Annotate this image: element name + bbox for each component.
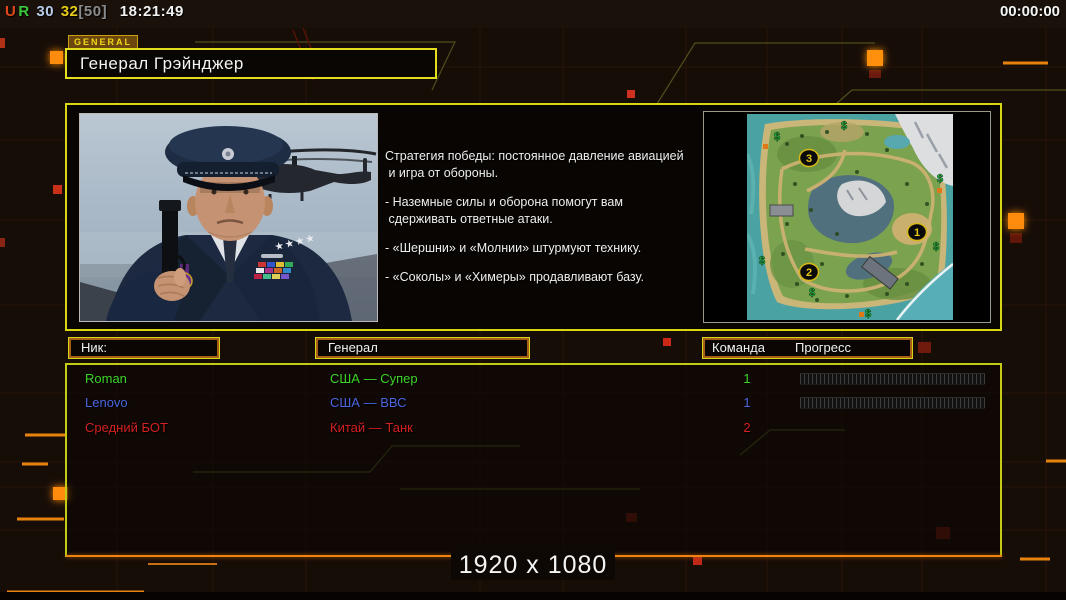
player-progress-bar: [800, 373, 985, 385]
general-title-box: Генерал Грэйнджер: [65, 48, 437, 79]
player-general: Китай — Танк: [330, 418, 413, 438]
portrait-image: ★ ★ ★ ★: [80, 114, 377, 321]
briefing-line: и игра от обороны.: [385, 166, 705, 183]
general-header-box: Генерал: [315, 337, 530, 359]
player-row: Roman США — Супер 1: [67, 367, 996, 391]
minimap-panel: $ $ $ $ $ $ $ 3: [703, 111, 991, 323]
svg-text:$: $: [841, 120, 847, 132]
svg-text:$: $: [865, 308, 871, 320]
match-timer: 00:00:00: [1000, 3, 1060, 20]
general-tab: GENERAL: [68, 35, 138, 49]
player-general: США — Супер: [330, 369, 418, 389]
minimap-image: $ $ $ $ $ $ $ 3: [747, 114, 953, 320]
player-nick: Lenovo: [85, 393, 128, 413]
briefing-line: [385, 229, 705, 241]
loading-screen: UR 30 32[50] 18:21:49 00:00:00 GENERAL Г…: [0, 0, 1066, 600]
status-counter: 32: [61, 3, 79, 20]
player-row: Средний БОТ Китай — Танк 2: [67, 416, 996, 440]
nick-header-label: Ник:: [81, 338, 107, 358]
svg-text:$: $: [937, 173, 943, 185]
gentool-status: UR 30 32[50] 18:21:49: [5, 3, 186, 20]
briefing-line: [385, 183, 705, 195]
status-cap: [50]: [78, 3, 107, 20]
player-team: 2: [735, 418, 759, 438]
briefing-line: [385, 258, 705, 270]
general-name: Генерал Грэйнджер: [80, 50, 244, 77]
top-status-bar: UR 30 32[50] 18:21:49 00:00:00: [0, 0, 1066, 28]
nick-header-box: Ник:: [68, 337, 220, 359]
svg-text:2: 2: [806, 267, 812, 279]
briefing-line: - «Шершни» и «Молнии» штурмуют технику.: [385, 241, 705, 258]
start-position-3: 3: [800, 150, 819, 167]
player-general: США — ВВС: [330, 393, 407, 413]
briefing-line: Стратегия победы: постоянное давление ав…: [385, 149, 705, 166]
start-position-1: 1: [908, 224, 927, 241]
player-team: 1: [735, 393, 759, 413]
status-fps: 30: [36, 3, 54, 20]
player-nick: Средний БОТ: [85, 418, 168, 438]
clock: 18:21:49: [120, 3, 184, 20]
team-header-label: Команда: [712, 338, 765, 358]
progress-header-label: Прогресс: [795, 338, 851, 358]
team-progress-header-box: Команда Прогресс: [702, 337, 913, 359]
status-r: R: [18, 3, 29, 20]
svg-text:3: 3: [806, 153, 812, 165]
general-portrait: ★ ★ ★ ★: [79, 113, 378, 322]
briefing-panel: ★ ★ ★ ★: [65, 103, 1002, 331]
bottom-bar: [0, 592, 1066, 600]
player-nick: Roman: [85, 369, 127, 389]
briefing-line: - «Соколы» и «Химеры» продавливают базу.: [385, 270, 705, 287]
player-progress-bar: [800, 397, 985, 409]
svg-text:$: $: [774, 131, 780, 143]
player-row: Lenovo США — ВВС 1: [67, 391, 996, 415]
resolution-label: 1920 x 1080: [0, 551, 1066, 580]
player-team: 1: [735, 369, 759, 389]
svg-text:$: $: [933, 241, 939, 253]
briefing-line: сдерживать ответные атаки.: [385, 212, 705, 229]
briefing-line: - Наземные силы и оборона помогут вам: [385, 195, 705, 212]
svg-text:1: 1: [914, 227, 920, 239]
svg-text:$: $: [809, 287, 815, 299]
status-u: U: [5, 3, 16, 20]
strategy-briefing: Стратегия победы: постоянное давление ав…: [385, 149, 705, 287]
start-position-2: 2: [800, 264, 819, 281]
svg-text:$: $: [759, 255, 765, 267]
player-list-panel: Roman США — Супер 1 Lenovo США — ВВС 1 С…: [65, 363, 1002, 557]
general-header-label: Генерал: [328, 338, 378, 358]
